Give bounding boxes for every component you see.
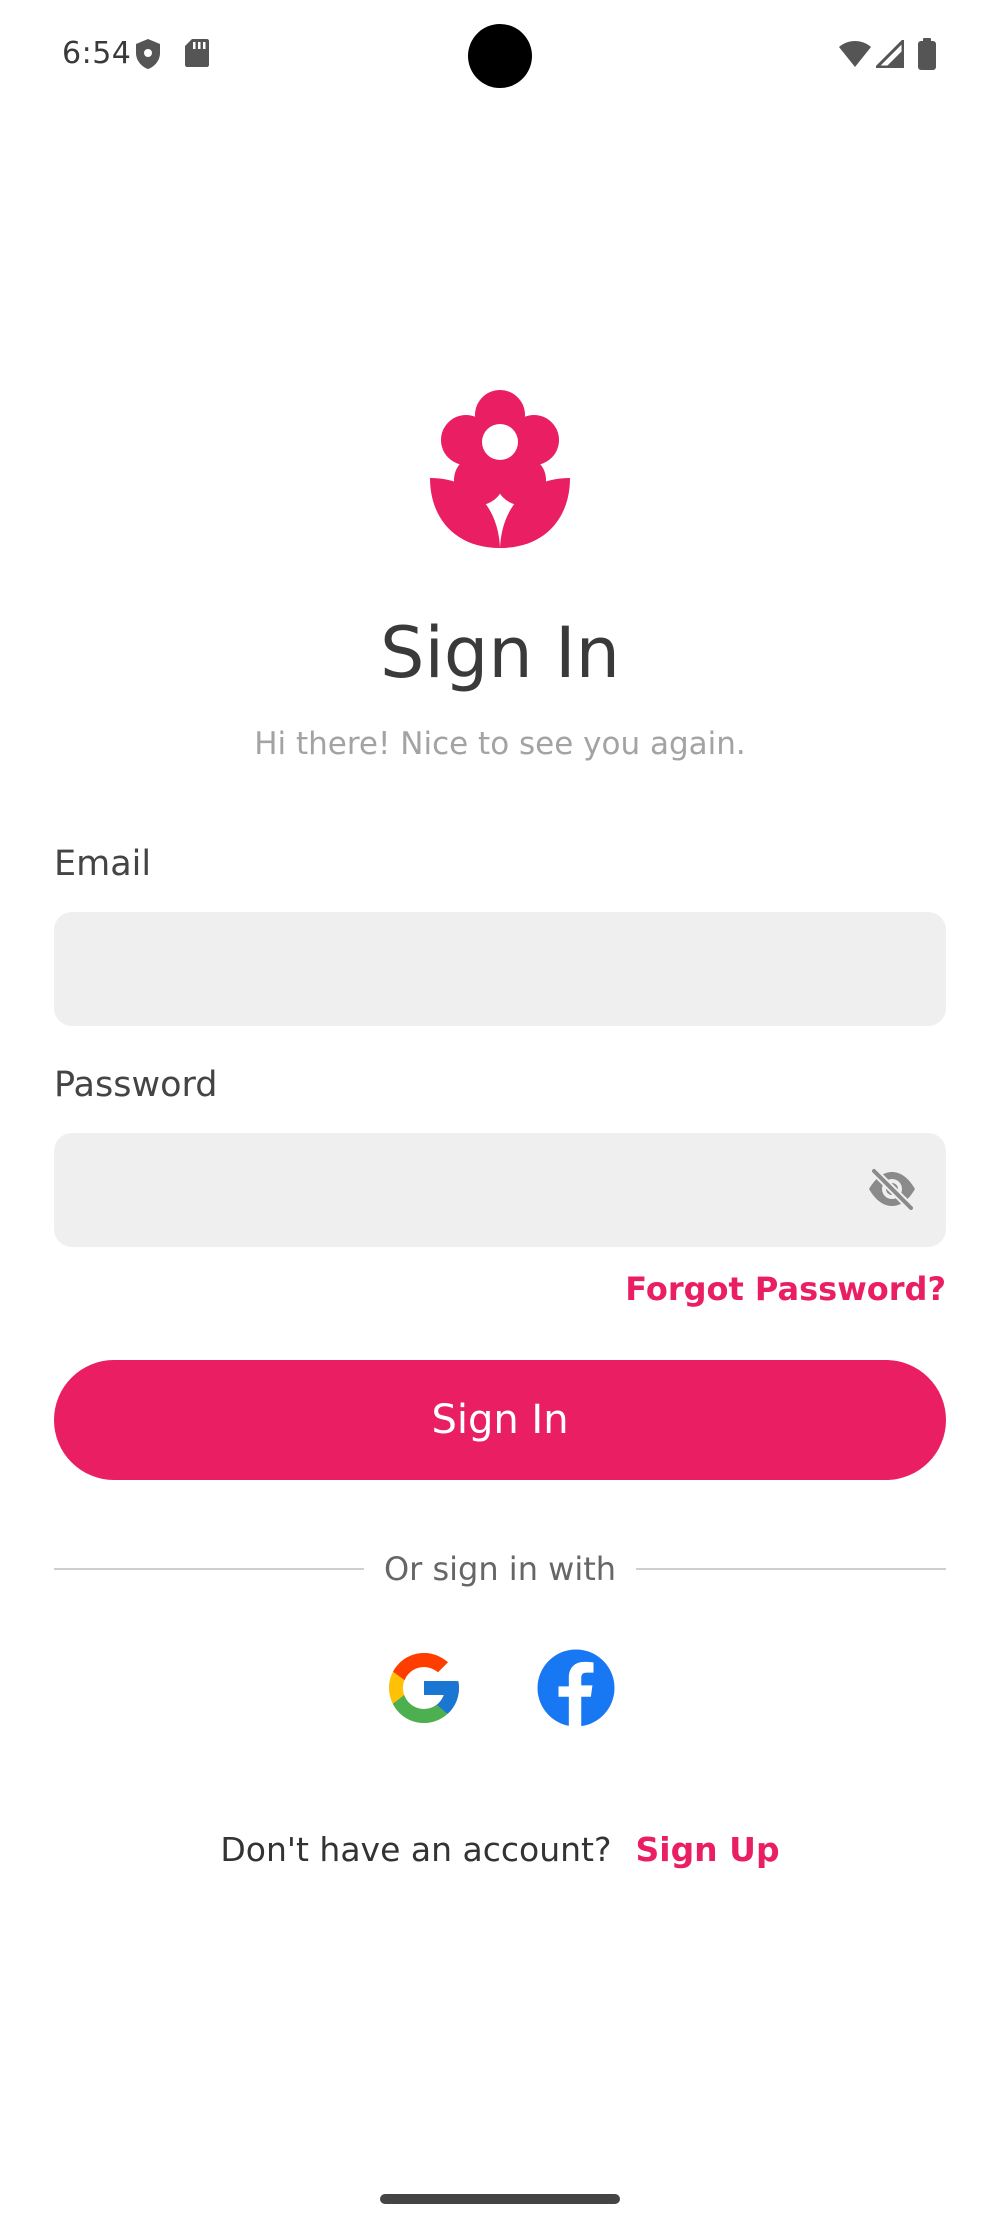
status-bar: 6:54 xyxy=(0,0,1000,110)
shield-icon xyxy=(134,38,162,74)
battery-icon xyxy=(918,38,936,74)
email-field[interactable] xyxy=(54,912,946,1026)
page-subtitle: Hi there! Nice to see you again. xyxy=(254,726,746,762)
sign-up-link[interactable]: Sign Up xyxy=(635,1830,779,1869)
sd-card-icon xyxy=(184,38,210,72)
password-field[interactable] xyxy=(54,1133,946,1247)
eye-off-icon[interactable] xyxy=(866,1166,918,1212)
sign-in-screen: 6:54 Sign In Hi there! Nice to see you a… xyxy=(0,0,1000,2226)
camera-cutout xyxy=(468,24,532,88)
google-icon xyxy=(389,1653,459,1723)
home-indicator[interactable] xyxy=(380,2194,620,2204)
google-sign-in-button[interactable] xyxy=(382,1646,466,1730)
email-label: Email xyxy=(54,844,152,884)
sign-in-button[interactable]: Sign In xyxy=(54,1360,946,1480)
cellular-signal-icon xyxy=(875,39,905,72)
signup-row: Don't have an account? Sign Up xyxy=(0,1830,1000,1869)
divider-right xyxy=(636,1568,946,1570)
page-title: Sign In xyxy=(380,612,620,694)
forgot-password-link[interactable]: Forgot Password? xyxy=(625,1270,946,1308)
password-label: Password xyxy=(54,1065,218,1105)
status-time: 6:54 xyxy=(62,36,132,71)
flower-icon xyxy=(430,386,570,548)
wifi-icon xyxy=(838,40,872,72)
facebook-icon xyxy=(537,1649,615,1727)
signup-prompt: Don't have an account? xyxy=(220,1830,612,1869)
facebook-sign-in-button[interactable] xyxy=(534,1646,618,1730)
